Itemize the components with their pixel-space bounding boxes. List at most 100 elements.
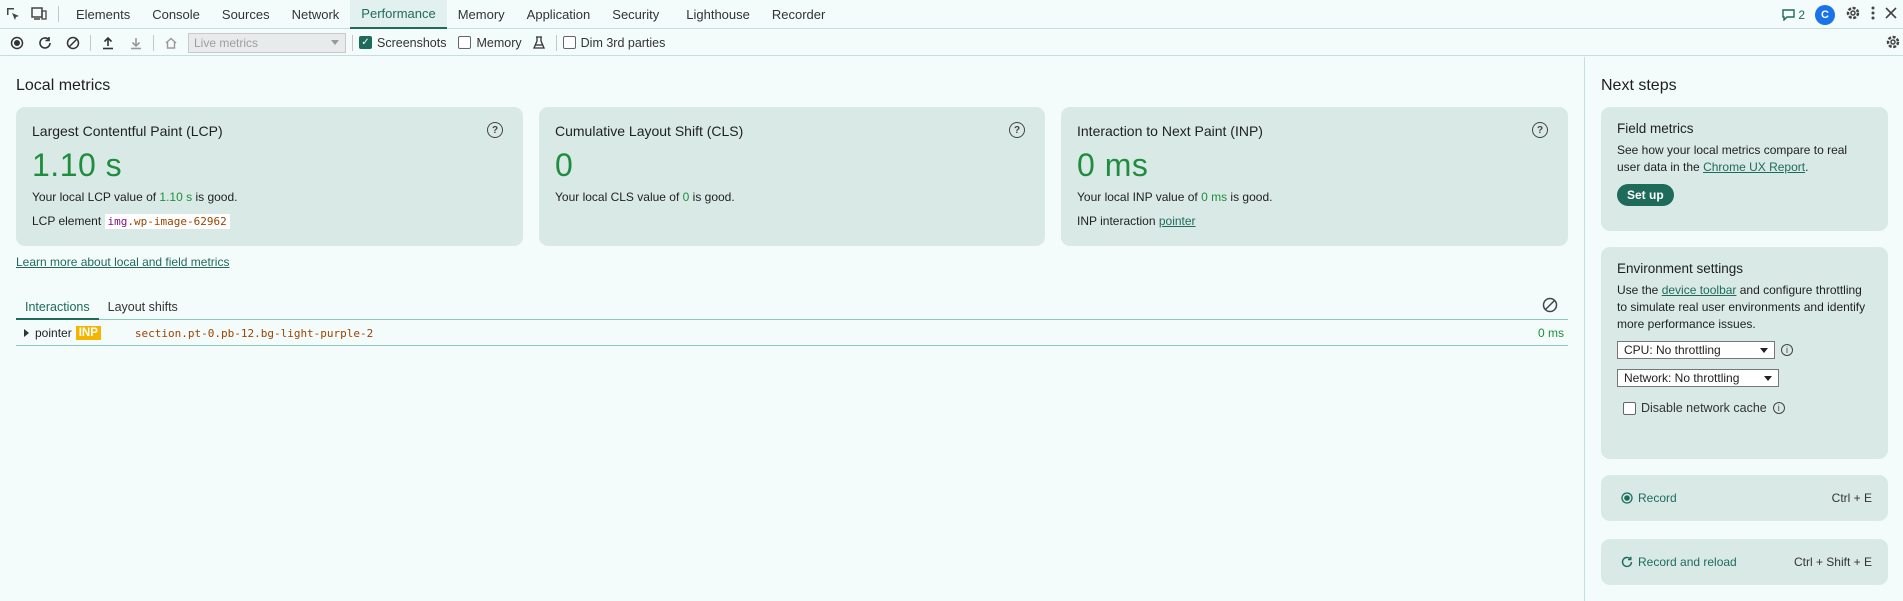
checkmark-icon: ✓ xyxy=(359,36,372,49)
record-label-group: Record xyxy=(1621,491,1677,505)
memory-label: Memory xyxy=(476,35,522,50)
issues-counter[interactable]: 2 xyxy=(1782,8,1805,22)
divider xyxy=(90,34,91,51)
tabbar-right-controls: 2 C xyxy=(1782,0,1903,29)
recording-select[interactable]: Live metrics xyxy=(188,32,346,53)
network-throttling-select[interactable]: Network: No throttling xyxy=(1617,369,1779,387)
chevron-down-icon xyxy=(1764,375,1772,381)
cpu-throttling-row: CPU: No throttling i xyxy=(1617,341,1872,359)
record-shortcut: Ctrl + E xyxy=(1831,491,1872,505)
devtools-tabbar: Elements Console Sources Network Perform… xyxy=(0,0,1903,29)
disable-cache-checkbox[interactable]: Disable network cache xyxy=(1623,401,1767,415)
inp-interaction-row: INP interaction pointer xyxy=(1077,214,1552,228)
set-up-button[interactable]: Set up xyxy=(1617,184,1674,206)
field-metrics-card: Field metrics See how your local metrics… xyxy=(1601,107,1888,231)
cls-value: 0 xyxy=(555,147,574,183)
tab-interactions[interactable]: Interactions xyxy=(16,300,99,320)
record-label: Record xyxy=(1638,491,1677,505)
disable-cache-row: Disable network cache i xyxy=(1617,401,1872,415)
desc-text: is good. xyxy=(689,190,735,204)
lcp-element-node[interactable]: img.wp-image-62962 xyxy=(104,214,230,229)
network-throttling-value: Network: No throttling xyxy=(1624,371,1740,385)
tab-network[interactable]: Network xyxy=(281,0,351,29)
more-options-icon[interactable] xyxy=(1871,6,1875,23)
cpu-throttling-value: CPU: No throttling xyxy=(1624,343,1721,357)
record-reload-shortcut: Ctrl + Shift + E xyxy=(1793,555,1872,569)
screenshots-checkbox[interactable]: ✓ Screenshots xyxy=(359,36,446,50)
interaction-target[interactable]: section.pt-0.pb-12.bg-light-purple-2 xyxy=(135,327,373,340)
learn-more-link[interactable]: Learn more about local and field metrics xyxy=(16,255,229,269)
lcp-title: Largest Contentful Paint (LCP) xyxy=(32,123,223,139)
device-toolbar-link[interactable]: device toolbar xyxy=(1662,283,1737,297)
device-toolbar-icon[interactable] xyxy=(26,0,52,29)
network-throttling-row: Network: No throttling xyxy=(1617,369,1872,387)
lcp-value: 1.10 s xyxy=(32,147,123,183)
tab-security[interactable]: Security xyxy=(601,0,670,29)
dim-3rd-parties-checkbox[interactable]: Dim 3rd parties xyxy=(562,36,665,50)
tab-application[interactable]: Application xyxy=(516,0,602,29)
inp-interaction-label: INP interaction xyxy=(1077,214,1156,228)
tab-sources[interactable]: Sources xyxy=(211,0,281,29)
record-icon xyxy=(1621,492,1633,504)
help-icon[interactable]: ? xyxy=(1532,122,1548,138)
interaction-row[interactable]: pointer INP section.pt-0.pb-12.bg-light-… xyxy=(16,321,1568,346)
divider xyxy=(58,6,59,22)
settings-gear-icon[interactable] xyxy=(1845,5,1861,24)
body-text: Use the xyxy=(1617,283,1662,297)
garbage-collect-icon[interactable] xyxy=(528,32,550,54)
cls-title: Cumulative Layout Shift (CLS) xyxy=(555,123,744,139)
desc-text: is good. xyxy=(1227,190,1273,204)
record-icon[interactable] xyxy=(6,32,28,54)
download-icon[interactable] xyxy=(125,32,147,54)
cls-description: Your local CLS value of 0 is good. xyxy=(555,190,1029,204)
inp-description: Your local INP value of 0 ms is good. xyxy=(1077,190,1552,204)
lcp-description: Your local LCP value of 1.10 s is good. xyxy=(32,190,507,204)
help-icon[interactable]: ? xyxy=(1009,122,1025,138)
clear-log-icon[interactable] xyxy=(1542,297,1558,316)
divider xyxy=(352,34,353,51)
tab-elements[interactable]: Elements xyxy=(65,0,141,29)
performance-toolbar: Live metrics ✓ Screenshots Memory Dim 3r… xyxy=(0,30,1903,56)
tab-recorder[interactable]: Recorder xyxy=(761,0,836,29)
tab-layout-shifts[interactable]: Layout shifts xyxy=(99,300,187,320)
next-steps-panel: Next steps Field metrics See how your lo… xyxy=(1584,57,1903,601)
lcp-desc-value: 1.10 s xyxy=(159,190,193,204)
interaction-duration: 0 ms xyxy=(1537,326,1564,340)
tab-performance[interactable]: Performance xyxy=(350,0,447,29)
tab-lighthouse[interactable]: Lighthouse xyxy=(670,0,761,29)
field-metrics-title: Field metrics xyxy=(1617,121,1694,136)
inp-title: Interaction to Next Paint (INP) xyxy=(1077,123,1263,139)
record-action[interactable]: Record Ctrl + E xyxy=(1601,475,1888,521)
clear-icon[interactable] xyxy=(62,32,84,54)
cpu-throttling-select[interactable]: CPU: No throttling xyxy=(1617,341,1775,359)
inp-card: Interaction to Next Paint (INP) ? 0 ms Y… xyxy=(1061,107,1568,246)
capture-settings-gear-icon[interactable] xyxy=(1885,34,1901,53)
tab-console[interactable]: Console xyxy=(141,0,211,29)
cls-card: Cumulative Layout Shift (CLS) ? 0 Your l… xyxy=(539,107,1045,246)
upload-icon[interactable] xyxy=(97,32,119,54)
record-reload-label-group: Record and reload xyxy=(1621,555,1737,569)
info-icon[interactable]: i xyxy=(1772,402,1785,414)
reload-record-icon[interactable] xyxy=(34,32,56,54)
reload-icon xyxy=(1621,556,1633,568)
issues-icon xyxy=(1782,8,1796,21)
record-and-reload-action[interactable]: Record and reload Ctrl + Shift + E xyxy=(1601,539,1888,585)
home-icon[interactable] xyxy=(160,32,182,54)
checkbox-box xyxy=(458,36,472,49)
memory-checkbox[interactable]: Memory xyxy=(458,35,522,50)
desc-text: Your local CLS value of xyxy=(555,190,683,204)
node-class: .wp-image-62962 xyxy=(127,215,227,228)
environment-settings-text: Use the device toolbar and configure thr… xyxy=(1617,282,1872,333)
close-devtools-icon[interactable] xyxy=(1885,7,1897,22)
help-icon[interactable]: ? xyxy=(487,122,503,138)
info-icon[interactable]: i xyxy=(1781,344,1793,356)
divider xyxy=(153,34,154,51)
chrome-ux-report-link[interactable]: Chrome UX Report xyxy=(1703,160,1805,174)
inspect-element-icon[interactable] xyxy=(0,0,26,29)
desc-text: Your local INP value of xyxy=(1077,190,1202,204)
expand-arrow-icon[interactable] xyxy=(24,329,29,337)
ai-assistant-icon[interactable]: C xyxy=(1815,4,1835,25)
inp-interaction-link[interactable]: pointer xyxy=(1159,214,1196,228)
interaction-type: pointer xyxy=(35,326,72,340)
tab-memory[interactable]: Memory xyxy=(447,0,516,29)
